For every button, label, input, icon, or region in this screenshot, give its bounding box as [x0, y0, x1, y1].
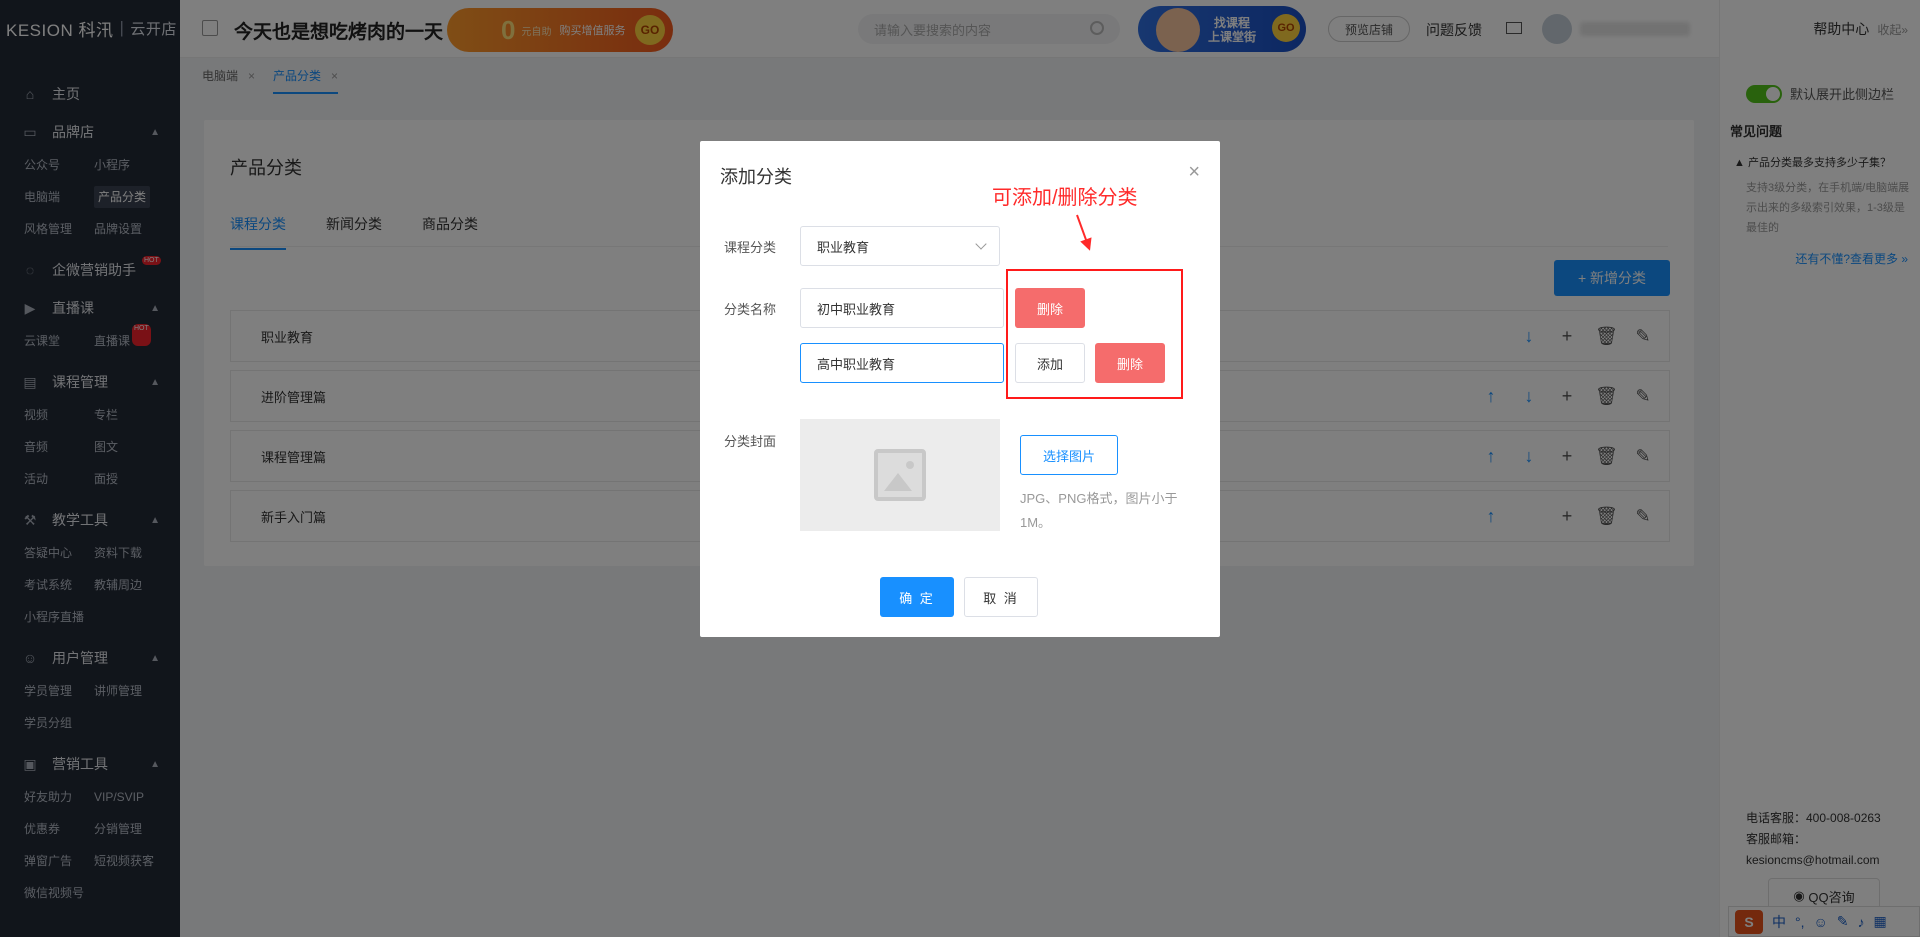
- annotation-text: 可添加/删除分类: [992, 187, 1138, 209]
- cover-preview[interactable]: [800, 419, 1000, 531]
- chevron-down-icon: [975, 238, 987, 250]
- image-placeholder-icon: [874, 449, 926, 501]
- category-name-field-2[interactable]: 高中职业教育: [800, 343, 1004, 383]
- course-category-select[interactable]: 职业教育: [800, 226, 1000, 266]
- field-value: 高中职业教育: [817, 356, 896, 372]
- category-name-label: 分类名称: [724, 302, 777, 317]
- annotation-highlight-box: [1006, 269, 1183, 399]
- close-icon[interactable]: ×: [1188, 161, 1200, 184]
- field-value: 初中职业教育: [817, 301, 896, 317]
- cancel-button[interactable]: 取 消: [964, 577, 1038, 617]
- cover-label: 分类封面: [724, 434, 777, 449]
- select-image-button[interactable]: 选择图片: [1020, 435, 1118, 475]
- add-category-dialog: 添加分类 × 可添加/删除分类 课程分类 职业教育 分类名称 初中职业教育 删除…: [700, 141, 1220, 637]
- annotation-arrow-icon: [1076, 214, 1089, 244]
- dialog-title: 添加分类: [720, 167, 792, 187]
- select-value: 职业教育: [817, 239, 870, 255]
- course-category-label: 课程分类: [724, 240, 777, 255]
- confirm-button[interactable]: 确 定: [880, 577, 954, 617]
- image-hint: JPG、PNG格式，图片小于1M。: [1020, 491, 1178, 530]
- category-name-field-1[interactable]: 初中职业教育: [800, 288, 1004, 328]
